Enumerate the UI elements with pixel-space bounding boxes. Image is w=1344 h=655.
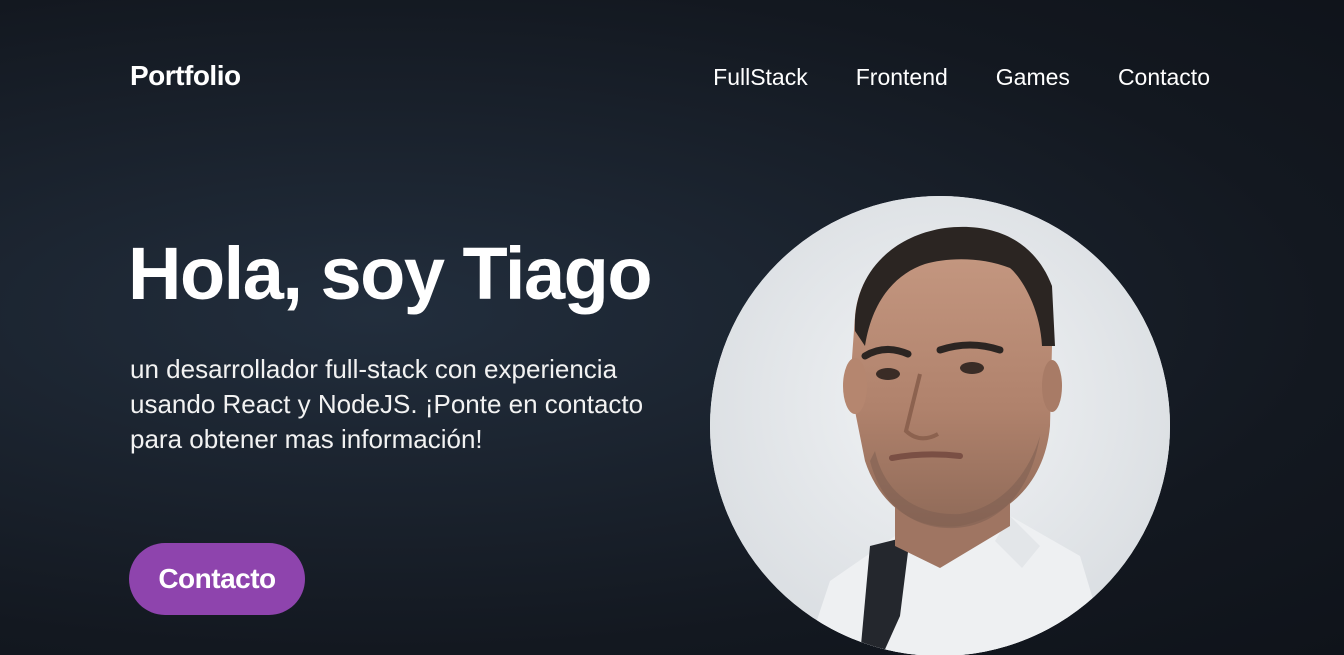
navbar: Portfolio FullStack Frontend Games Conta… <box>0 0 1344 160</box>
nav-link-contacto[interactable]: Contacto <box>1118 64 1210 90</box>
nav-links: FullStack Frontend Games Contacto <box>713 64 1210 91</box>
nav-item-contacto: Contacto <box>1118 64 1210 91</box>
profile-photo <box>710 196 1170 655</box>
nav-link-frontend[interactable]: Frontend <box>856 64 948 90</box>
nav-item-frontend: Frontend <box>856 64 948 91</box>
contact-button[interactable]: Contacto <box>129 543 305 615</box>
nav-item-fullstack: FullStack <box>713 64 808 91</box>
nav-link-fullstack[interactable]: FullStack <box>713 64 808 90</box>
hero-title: Hola, soy Tiago <box>128 232 653 315</box>
nav-item-games: Games <box>996 64 1070 91</box>
nav-link-games[interactable]: Games <box>996 64 1070 90</box>
hero-description: un desarrollador full-stack con experien… <box>130 354 644 454</box>
profile-photo-image <box>710 196 1170 655</box>
brand-logo[interactable]: Portfolio <box>130 60 241 92</box>
